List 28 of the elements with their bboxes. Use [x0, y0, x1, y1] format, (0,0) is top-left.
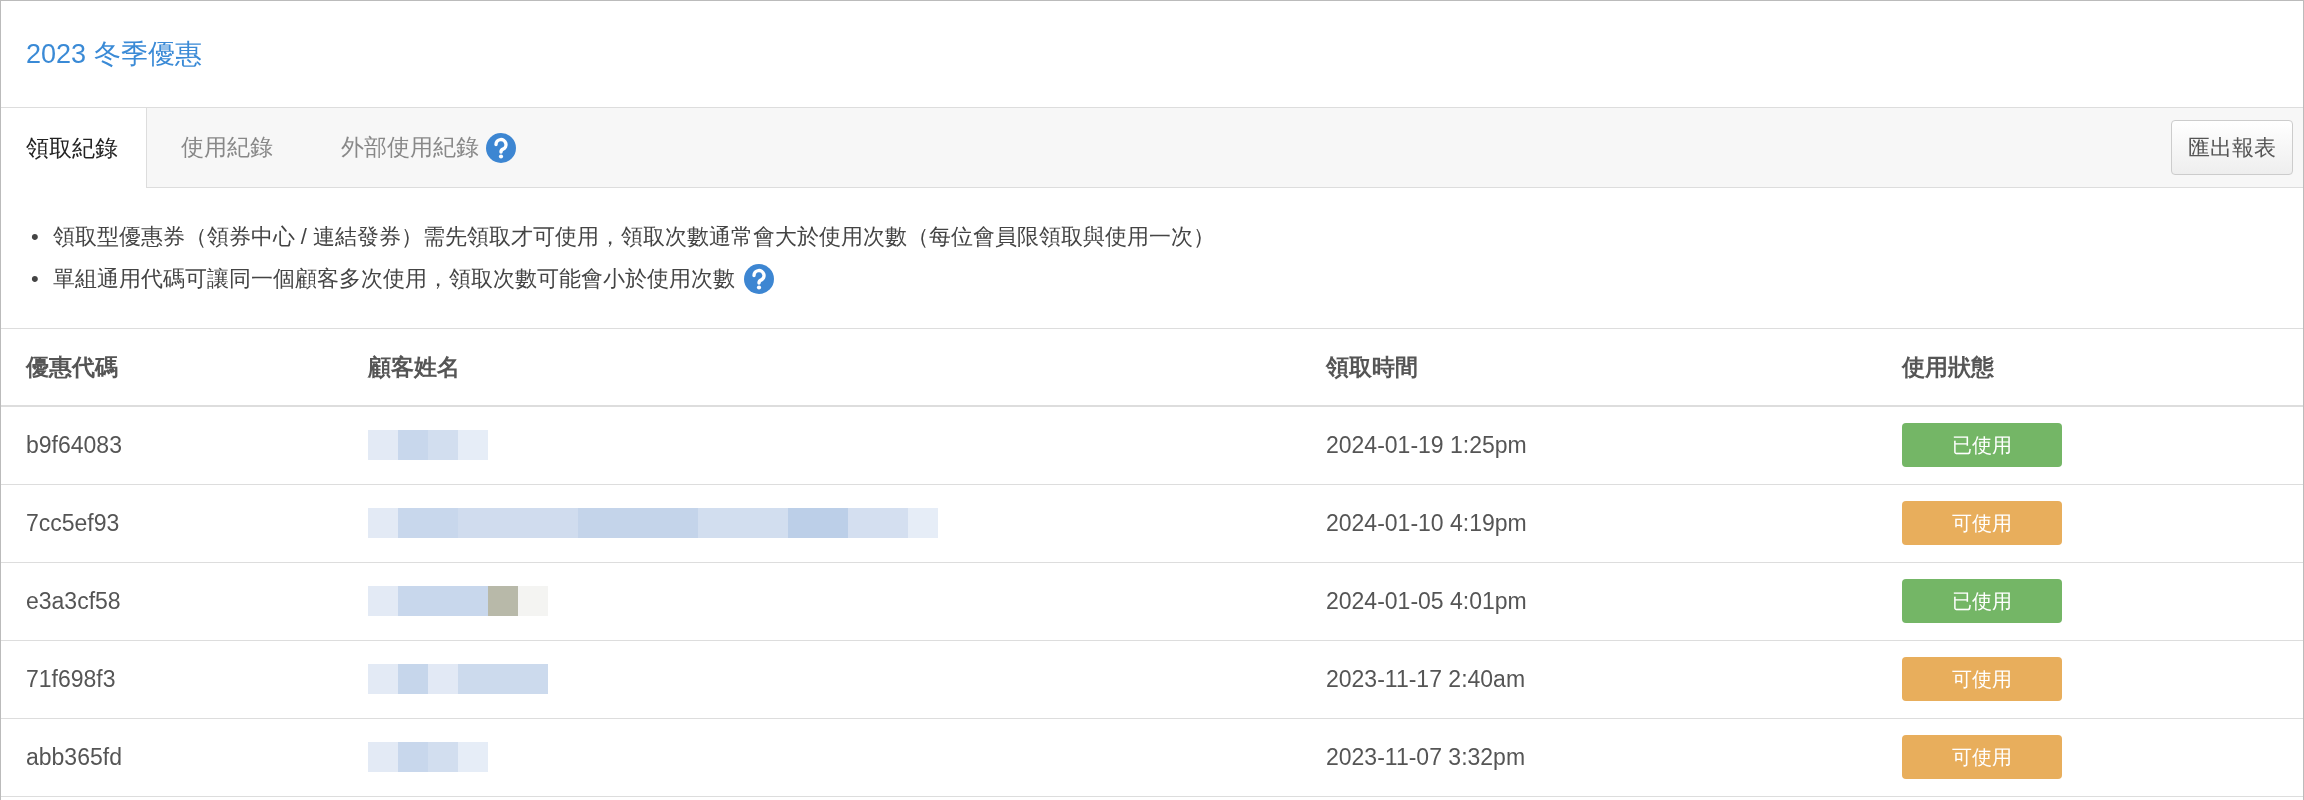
column-header: 優惠代碼 — [26, 353, 118, 380]
claim-time: 2023-11-07 3:32pm — [1326, 743, 1526, 770]
note-text: 單組通用代碼可讓同一個顧客多次使用，領取次數可能會小於使用次數 — [52, 265, 735, 293]
coupon-code: 71f698f3 — [26, 665, 116, 692]
help-icon[interactable] — [742, 263, 775, 295]
coupon-code: abb365fd — [26, 743, 122, 770]
status-badge: 可使用 — [1902, 501, 2062, 545]
bullet: • — [31, 265, 39, 293]
help-icon[interactable] — [485, 131, 517, 164]
status-badge: 已使用 — [1902, 579, 2062, 623]
note-text: 領取型優惠券（領券中心 / 連結發券）需先領取才可使用，領取次數通常會大於使用次數（每位會員限領取與使用一次） — [52, 223, 1216, 251]
status-badge: 已使用 — [1902, 423, 2062, 468]
status-badge: 可使用 — [1902, 657, 2062, 701]
claim-time: 2024-01-19 1:25pm — [1326, 432, 1527, 458]
column-header: 領取時間 — [1326, 353, 1418, 380]
status-badge: 可使用 — [1902, 735, 2062, 779]
claim-time: 2023-11-17 2:40am — [1326, 665, 1526, 692]
bullet: • — [31, 223, 39, 251]
coupon-code: b9f64083 — [26, 432, 122, 458]
claim-time: 2024-01-05 4:01pm — [1326, 587, 1527, 614]
coupon-code: e3a3cf58 — [26, 587, 121, 614]
column-header: 使用狀態 — [1902, 353, 1994, 380]
coupon-code: 7cc5ef93 — [26, 509, 120, 536]
export-button[interactable]: 匯出報表 — [2171, 120, 2293, 175]
tab[interactable]: 領取紀錄 — [1, 108, 147, 188]
page-title: 2023 冬季優惠 — [26, 37, 202, 71]
column-header: 顧客姓名 — [368, 353, 460, 380]
claim-time: 2024-01-10 4:19pm — [1326, 509, 1527, 536]
